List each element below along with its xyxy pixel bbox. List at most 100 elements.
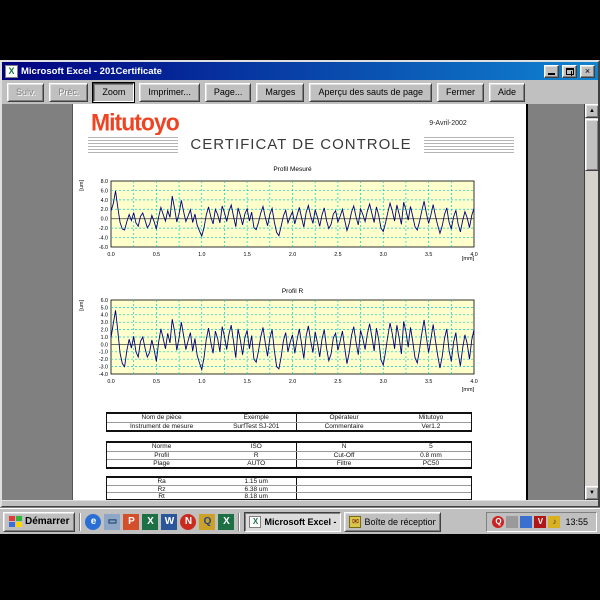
- svg-text:3.0: 3.0: [380, 379, 387, 385]
- window-bottom-edge: [2, 500, 598, 503]
- table-cell: [296, 486, 391, 492]
- document-title: CERTIFICAT DE CONTROLE: [178, 135, 423, 154]
- table-row: Rz6.38 um: [107, 485, 471, 492]
- svg-text:0.0: 0.0: [107, 379, 114, 385]
- task-button-inbox[interactable]: ✉ Boîte de réception - Micro...: [344, 512, 441, 532]
- svg-text:2.0: 2.0: [289, 252, 296, 258]
- table-cell: 1.15 um: [216, 478, 296, 485]
- table-row: Ra1.15 um: [107, 478, 471, 485]
- help-button[interactable]: Aide: [489, 83, 525, 102]
- svg-text:2.0: 2.0: [101, 328, 108, 334]
- table-cell: SurfTest SJ-201: [216, 423, 296, 430]
- svg-text:3.0: 3.0: [101, 320, 108, 326]
- margins-button[interactable]: Marges: [256, 83, 304, 102]
- excel-window: X Microsoft Excel - 201Certificate × Sui…: [0, 60, 600, 508]
- quick-launch-bar: e▭PXWNQX: [85, 514, 234, 530]
- svg-text:1.5: 1.5: [243, 252, 250, 258]
- table-row: ProfilRCut-Off0.8 mm: [107, 451, 471, 459]
- magnifier-tray-icon[interactable]: Q: [492, 516, 504, 528]
- svg-text:3.5: 3.5: [425, 252, 432, 258]
- volume-tray-icon[interactable]: ♪: [548, 516, 560, 528]
- table-cell: Instrument de mesure: [107, 423, 216, 430]
- tray-icons: Q V♪: [492, 516, 560, 528]
- svg-text:0.0: 0.0: [107, 252, 114, 258]
- table-section: Ra1.15 umRz6.38 umRt8.18 um: [106, 476, 472, 500]
- title-band: CERTIFICAT DE CONTROLE: [88, 135, 514, 154]
- svg-text:0.5: 0.5: [153, 252, 160, 258]
- table-cell: ISO: [216, 443, 296, 451]
- restore-icon: [566, 68, 574, 75]
- start-button[interactable]: Démarrer: [3, 512, 75, 532]
- scroll-up-icon[interactable]: ▲: [585, 104, 598, 118]
- table-cell: [391, 493, 471, 499]
- table-row: Rt8.18 um: [107, 492, 471, 499]
- svg-text:2.5: 2.5: [334, 252, 341, 258]
- table-cell: Mitutoyo: [391, 414, 471, 422]
- netscape-icon[interactable]: N: [180, 514, 196, 530]
- svg-text:1.0: 1.0: [198, 379, 205, 385]
- svg-text:2.0: 2.0: [101, 207, 108, 213]
- document-date: 9-Avril-2002: [403, 120, 493, 127]
- mitutoyo-logo: Mitutoyo: [91, 108, 179, 136]
- table-cell: [391, 486, 471, 492]
- internet-explorer-icon[interactable]: e: [85, 514, 101, 530]
- profile-chart-r: 6.05.04.03.02.01.00.0-1.0-2.0-3.0-4.00.0…: [73, 297, 503, 387]
- table-cell: 6.38 um: [216, 486, 296, 492]
- svg-text:4.0: 4.0: [470, 379, 477, 385]
- chart2-title: Profil R: [111, 288, 474, 295]
- page-setup-button[interactable]: Page...: [205, 83, 252, 102]
- chart1-title: Profil Mesuré: [111, 166, 474, 173]
- table-cell: Filtre: [296, 460, 391, 467]
- taskbar: Démarrer e▭PXWNQX X Microsoft Excel - 20…: [0, 508, 600, 534]
- table-cell: PC50: [391, 460, 471, 467]
- powerpoint-icon[interactable]: P: [123, 514, 139, 530]
- table-cell: Rz: [107, 486, 216, 492]
- table-cell: N: [296, 443, 391, 451]
- table-cell: 8.18 um: [216, 493, 296, 499]
- antivirus-tray-icon[interactable]: V: [534, 516, 546, 528]
- table-cell: [391, 478, 471, 485]
- table-cell: 5: [391, 443, 471, 451]
- excel-icon[interactable]: X: [142, 514, 158, 530]
- close-button[interactable]: ×: [580, 65, 595, 78]
- excel-file-icon[interactable]: X: [218, 514, 234, 530]
- zoom-button[interactable]: Zoom: [93, 83, 134, 102]
- search-icon[interactable]: Q: [199, 514, 215, 530]
- svg-text:-2.0: -2.0: [99, 226, 108, 232]
- svg-text:-2.0: -2.0: [99, 357, 108, 363]
- svg-text:-1.0: -1.0: [99, 350, 108, 356]
- vertical-scrollbar[interactable]: ▲ ▼: [584, 104, 598, 500]
- svg-text:4.0: 4.0: [101, 313, 108, 319]
- svg-text:2.0: 2.0: [289, 379, 296, 385]
- scheduler-tray-icon[interactable]: [506, 516, 518, 528]
- system-tray: Q V♪ 13:55: [486, 512, 597, 532]
- table-cell: 0.8 mm: [391, 452, 471, 459]
- show-desktop-icon[interactable]: ▭: [104, 514, 120, 530]
- print-button[interactable]: Imprimer...: [139, 83, 200, 102]
- taskbar-divider: [79, 513, 81, 531]
- svg-text:1.0: 1.0: [198, 252, 205, 258]
- table-row: PlageAUTOFiltrePC50: [107, 459, 471, 467]
- display-tray-icon[interactable]: [520, 516, 532, 528]
- table-cell: Rt: [107, 493, 216, 499]
- restore-button[interactable]: [562, 65, 577, 78]
- task-label: Microsoft Excel - 201...: [264, 517, 336, 527]
- close-preview-button[interactable]: Fermer: [437, 83, 484, 102]
- svg-text:5.0: 5.0: [101, 305, 108, 311]
- taskbar-clock[interactable]: 13:55: [562, 517, 591, 527]
- table-row: Instrument de mesureSurfTest SJ-201Comme…: [107, 422, 471, 430]
- taskbar-divider: [238, 513, 240, 531]
- task-button-excel[interactable]: X Microsoft Excel - 201...: [244, 512, 341, 532]
- scroll-down-icon[interactable]: ▼: [585, 486, 598, 500]
- page-break-preview-button[interactable]: Aperçu des sauts de page: [309, 83, 432, 102]
- task-label: Boîte de réception - Micro...: [364, 517, 436, 527]
- table-cell: Ra: [107, 478, 216, 485]
- table-row: Nom de pièceExempleOpérateurMitutoyo: [107, 414, 471, 422]
- excel-icon: X: [5, 65, 18, 78]
- minimize-button[interactable]: [544, 65, 559, 78]
- scrollbar-thumb[interactable]: [585, 119, 598, 171]
- word-icon[interactable]: W: [161, 514, 177, 530]
- table-cell: Ver1.2: [391, 423, 471, 430]
- title-bar: X Microsoft Excel - 201Certificate ×: [2, 62, 598, 80]
- profile-chart-measured: 8.06.04.02.00.0-2.0-4.0-6.00.00.51.01.52…: [73, 178, 503, 260]
